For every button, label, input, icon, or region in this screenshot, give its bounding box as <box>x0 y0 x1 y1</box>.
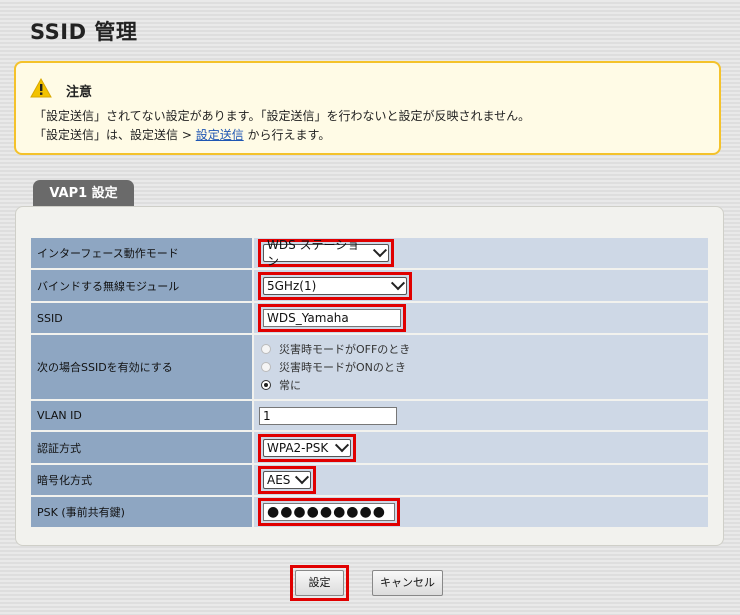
mode-select-value: WDS ステーション <box>267 238 360 268</box>
ssid-input[interactable]: WDS_Yamaha <box>263 309 401 327</box>
radio-button[interactable] <box>261 362 271 372</box>
module-select-value: 5GHz(1) <box>267 278 317 293</box>
module-select[interactable]: 5GHz(1) <box>263 275 407 295</box>
enable-label: 次の場合SSIDを有効にする <box>31 335 254 401</box>
settings-send-link[interactable]: 設定送信 <box>196 128 244 142</box>
notice-line-2-prefix: 「設定送信」は、設定送信 > <box>34 128 196 142</box>
chevron-down-icon <box>334 437 350 452</box>
module-label: バインドする無線モジュール <box>31 270 254 303</box>
radio-button[interactable] <box>261 344 271 354</box>
mode-label: インターフェース動作モード <box>31 238 254 270</box>
chevron-down-icon <box>373 243 388 258</box>
page-title: SSID 管理 <box>30 20 138 44</box>
auth-select-value: WPA2-PSK <box>267 440 329 455</box>
notice-line-1: 「設定送信」されてない設定があります。「設定送信」を行わないと設定が反映されませ… <box>34 109 531 123</box>
chevron-down-icon <box>294 470 310 485</box>
warning-icon <box>30 78 52 98</box>
enable-option-off[interactable]: 災害時モードがOFFのとき <box>258 340 708 358</box>
auth-select[interactable]: WPA2-PSK <box>263 437 351 457</box>
mode-select[interactable]: WDS ステーション <box>263 238 389 268</box>
cancel-button[interactable]: キャンセル <box>372 570 443 596</box>
enable-option-always[interactable]: 常に <box>258 376 708 394</box>
settings-table: インターフェース動作モード WDS ステーション バインドする無線モジュール 5… <box>31 238 708 529</box>
enc-label: 暗号化方式 <box>31 465 254 497</box>
auth-label: 認証方式 <box>31 432 254 465</box>
notice-title: 注意 <box>66 85 93 100</box>
enable-option-on[interactable]: 災害時モードがONのとき <box>258 358 708 376</box>
tab-vap1-settings: VAP1 設定 <box>33 180 134 208</box>
vlan-label: VLAN ID <box>31 401 254 432</box>
vlan-id-input[interactable]: 1 <box>259 406 397 425</box>
enable-option-label: 常に <box>279 379 301 392</box>
notice-line-2-suffix: から行えます。 <box>243 128 331 142</box>
notice-box: 注意 「設定送信」されてない設定があります。「設定送信」を行わないと設定が反映さ… <box>14 61 721 155</box>
radio-button-selected[interactable] <box>261 380 271 390</box>
enc-select[interactable]: AES <box>263 470 311 489</box>
chevron-down-icon <box>390 275 406 290</box>
submit-button[interactable]: 設定 <box>295 570 344 596</box>
enable-option-label: 災害時モードがOFFのとき <box>279 343 411 356</box>
enc-select-value: AES <box>267 473 291 487</box>
notice-line-2: 「設定送信」は、設定送信 > 設定送信 から行えます。 <box>34 126 330 143</box>
psk-label: PSK (事前共有鍵) <box>31 497 254 529</box>
ssid-label: SSID <box>31 303 254 335</box>
enable-option-label: 災害時モードがONのとき <box>279 361 406 374</box>
submit-highlight: 設定 <box>290 565 349 601</box>
psk-input[interactable]: ●●●●●●●●● <box>263 503 395 521</box>
